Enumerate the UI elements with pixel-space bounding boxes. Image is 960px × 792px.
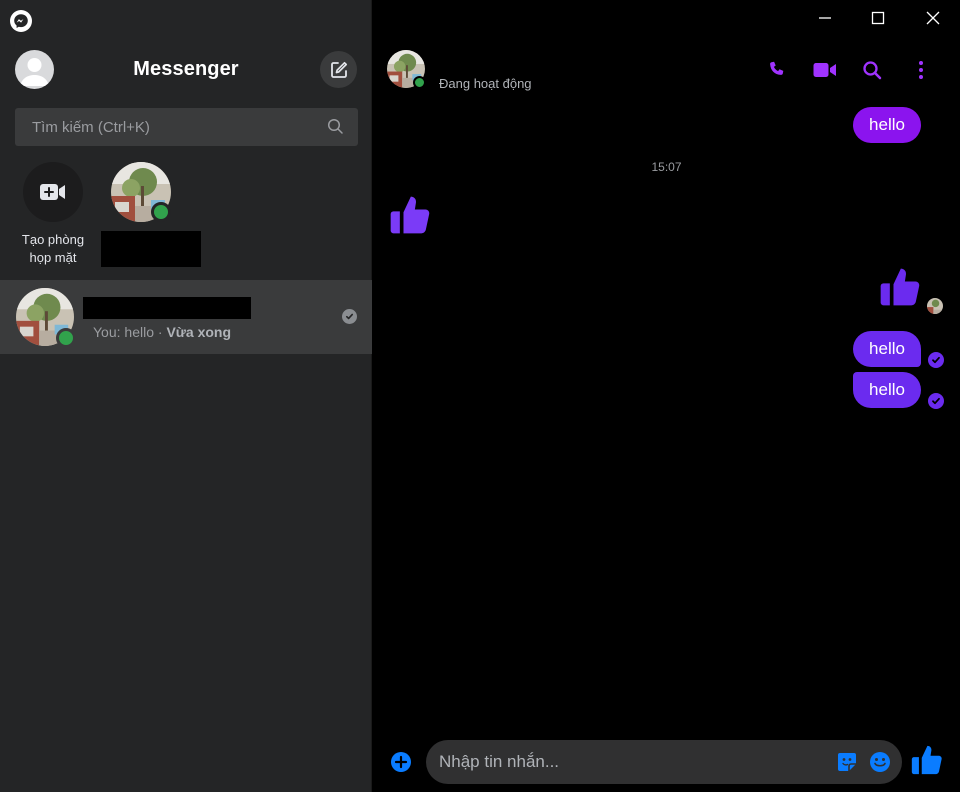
chat-active-status: Đang hoạt động: [439, 76, 532, 91]
conversation-item[interactable]: You: hello · Vừa xong: [0, 280, 372, 354]
online-indicator: [413, 76, 426, 89]
message-bubble-sent[interactable]: hello: [853, 107, 921, 143]
more-vertical-icon: [919, 61, 923, 79]
search-icon: [327, 118, 343, 134]
video-plus-icon: [40, 184, 65, 200]
compose-icon: [330, 61, 347, 78]
delivered-check-icon: [928, 393, 944, 409]
minimize-button[interactable]: [811, 6, 839, 30]
new-message-button[interactable]: [320, 51, 357, 88]
conversation-avatar: [16, 288, 76, 348]
emoji-icon[interactable]: [869, 751, 891, 773]
video-call-button[interactable]: [813, 58, 837, 82]
voice-call-button[interactable]: [765, 58, 789, 82]
active-contact[interactable]: [111, 162, 171, 222]
message-timestamp: 15:07: [651, 160, 682, 174]
search-icon: [863, 61, 882, 80]
like-sticker-received[interactable]: [387, 193, 431, 237]
plus-circle-icon[interactable]: [390, 751, 412, 773]
redacted-contact-name: [101, 231, 201, 267]
search-input[interactable]: [15, 108, 358, 146]
more-options-button[interactable]: [909, 58, 933, 82]
message-input[interactable]: [426, 740, 902, 784]
chat-contact-avatar[interactable]: [387, 50, 426, 89]
sent-check-icon: [342, 309, 357, 324]
close-button[interactable]: [919, 6, 947, 30]
minimize-icon: [819, 17, 831, 19]
redacted-conversation-name: [83, 297, 251, 319]
send-like-icon[interactable]: [909, 743, 943, 777]
maximize-icon: [871, 11, 885, 25]
conversation-sidebar: Messenger Tạo phòng họp mặt: [0, 0, 372, 792]
online-indicator: [56, 328, 76, 348]
seen-by-avatar: [927, 298, 943, 314]
chat-panel: Đang hoạt động hello 15:07 hello hello N…: [373, 0, 960, 792]
sticker-icon[interactable]: [836, 751, 858, 773]
close-icon: [926, 11, 940, 25]
delivered-check-icon: [928, 352, 944, 368]
create-room-button[interactable]: [23, 162, 83, 222]
like-sticker-sent[interactable]: [877, 265, 921, 309]
online-indicator: [151, 202, 171, 222]
conversation-preview: You: hello · Vừa xong: [93, 324, 232, 340]
app-title: Messenger: [133, 58, 239, 80]
messenger-logo-icon: [10, 10, 32, 32]
search-box[interactable]: [15, 108, 358, 146]
video-camera-icon: [813, 63, 836, 77]
message-composer[interactable]: [426, 740, 902, 784]
message-bubble-sent[interactable]: hello: [853, 331, 921, 367]
phone-icon: [770, 61, 784, 75]
create-room-label: Tạo phòng họp mặt: [21, 232, 85, 265]
message-bubble-sent[interactable]: hello: [853, 372, 921, 408]
search-conversation-button[interactable]: [860, 58, 884, 82]
maximize-button[interactable]: [864, 6, 892, 30]
